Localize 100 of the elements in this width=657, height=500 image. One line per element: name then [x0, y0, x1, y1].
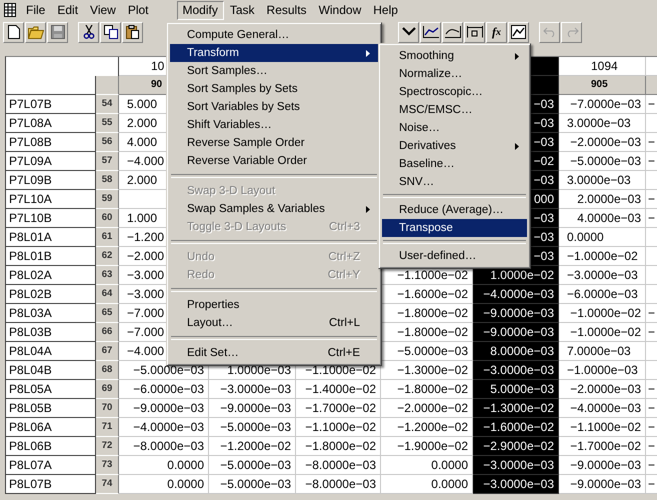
menu-item[interactable]: Plot [122, 0, 155, 20]
menu-item[interactable]: Transform [170, 44, 378, 62]
table-cell: −2.9000e−02 [473, 437, 559, 456]
row-number[interactable]: 72 [96, 437, 119, 456]
folder-icon [28, 26, 44, 38]
table-cell: −4.0000e−03 [559, 399, 646, 418]
menu-item[interactable]: Window [312, 0, 368, 20]
menu-item[interactable]: Edit [51, 0, 84, 20]
row-number[interactable]: 62 [96, 247, 119, 266]
menu-item[interactable]: View [84, 0, 122, 20]
row-label: P8L04A [6, 342, 96, 361]
row-label: P7L10A [6, 190, 96, 209]
row-label: P8L03A [6, 304, 96, 323]
table-cell: 7.0000e−03 [559, 342, 646, 361]
table-cell: −3.0000e−03 [473, 475, 559, 494]
row-number[interactable]: 58 [96, 171, 119, 190]
table-cell: −1.7000e−02 [559, 437, 646, 456]
chart-button[interactable] [442, 22, 463, 42]
menu-item[interactable]: File [20, 0, 52, 20]
table-cell: −1.1000e−02 [559, 418, 646, 437]
new-file-button[interactable] [3, 22, 24, 42]
redo-button[interactable] [561, 22, 582, 42]
table-cell: −4.0000e−03 [119, 418, 209, 437]
table-cell: 0.0000 [381, 456, 473, 475]
table-cell: −8.0000e−03 [296, 456, 381, 475]
undo-button[interactable] [539, 22, 560, 42]
menu-item[interactable]: Normalize… [382, 65, 527, 83]
table-cell: −5.0000e−03 [209, 475, 296, 494]
menu-item[interactable]: Task [224, 0, 261, 20]
row-label: P8L02A [6, 266, 96, 285]
row-number[interactable]: 64 [96, 285, 119, 304]
chart-button[interactable] [398, 22, 419, 42]
save-button[interactable] [47, 22, 68, 42]
row-number[interactable]: 59 [96, 190, 119, 209]
table-cell: −5.0000e−03 [381, 342, 473, 361]
chart-button[interactable] [464, 22, 485, 42]
table-cell: −5.0000e−03 [559, 152, 646, 171]
bar-plot-icon [466, 26, 482, 38]
table-cell: −1.8000e−02 [381, 304, 473, 323]
row-number[interactable]: 71 [96, 418, 119, 437]
table-cell: −1.7000e−02 [296, 399, 381, 418]
table-cell: −3.0000e−03 [209, 380, 296, 399]
row-number[interactable]: 55 [96, 114, 119, 133]
menu-item[interactable]: Smoothing [382, 47, 527, 65]
menu-item[interactable]: Results [260, 0, 313, 20]
column-header[interactable]: 905 [559, 76, 646, 95]
table-cell: −1.0000e−03 [559, 361, 646, 380]
open-button[interactable] [25, 22, 46, 42]
row-label: P8L05B [6, 399, 96, 418]
row-label: P7L09A [6, 152, 96, 171]
row-label: P7L07B [6, 95, 96, 114]
menu-item[interactable]: Help [367, 0, 404, 20]
page-icon [8, 25, 20, 39]
table-cell: −8.0000e−03 [119, 437, 209, 456]
table-cell: −1.2000e−02 [381, 418, 473, 437]
table-cell: −1.8000e−02 [381, 380, 473, 399]
row-number[interactable]: 63 [96, 266, 119, 285]
menu-item[interactable]: Transpose [382, 219, 527, 237]
row-label: P8L06B [6, 437, 96, 456]
cut-button[interactable] [78, 22, 99, 42]
table-cell: −3.0000e−03 [473, 361, 559, 380]
row-number[interactable]: 73 [96, 456, 119, 475]
line-plot-icon [444, 26, 460, 38]
row-label: P7L08B [6, 133, 96, 152]
menu-item[interactable]: Modify [176, 0, 224, 20]
row-label: P8L01A [6, 228, 96, 247]
table-cell: −2.0000e−03 [559, 133, 646, 152]
row-number[interactable]: 54 [96, 95, 119, 114]
submenu-arrow-icon [515, 142, 519, 150]
table-cell: −9.0000e−03 [119, 399, 209, 418]
table-cell: −3.0000e−03 [559, 266, 646, 285]
line-plot-icon [422, 26, 438, 38]
row-number[interactable]: 74 [96, 475, 119, 494]
table-cell: −1.1000e−02 [296, 418, 381, 437]
row-label: P8L02B [6, 285, 96, 304]
column-header[interactable]: 1094 [559, 57, 646, 76]
row-number[interactable]: 60 [96, 209, 119, 228]
plot-button[interactable] [508, 22, 529, 42]
spreadsheet-icon[interactable] [4, 3, 16, 17]
row-number[interactable]: 56 [96, 133, 119, 152]
row-number[interactable]: 66 [96, 323, 119, 342]
table-cell: 0.0000 [119, 475, 209, 494]
table-cell: −1.0000e−02 [559, 304, 646, 323]
row-number[interactable]: 68 [96, 361, 119, 380]
submenu-arrow-icon [515, 52, 519, 60]
copy-button[interactable] [100, 22, 121, 42]
row-label: P8L07A [6, 456, 96, 475]
row-number[interactable]: 61 [96, 228, 119, 247]
table-cell: −1.4000e−02 [296, 380, 381, 399]
row-number[interactable]: 67 [96, 342, 119, 361]
menu-item[interactable]: Compute General… [170, 26, 378, 44]
chart-button[interactable] [420, 22, 441, 42]
row-number[interactable]: 70 [96, 399, 119, 418]
paste-button[interactable] [122, 22, 143, 42]
chevron-icon [402, 27, 416, 37]
table-cell: −4.0000e−03 [473, 285, 559, 304]
row-number[interactable]: 69 [96, 380, 119, 399]
table-cell: 3.0000e−03 [559, 171, 646, 190]
row-number[interactable]: 65 [96, 304, 119, 323]
row-number[interactable]: 57 [96, 152, 119, 171]
